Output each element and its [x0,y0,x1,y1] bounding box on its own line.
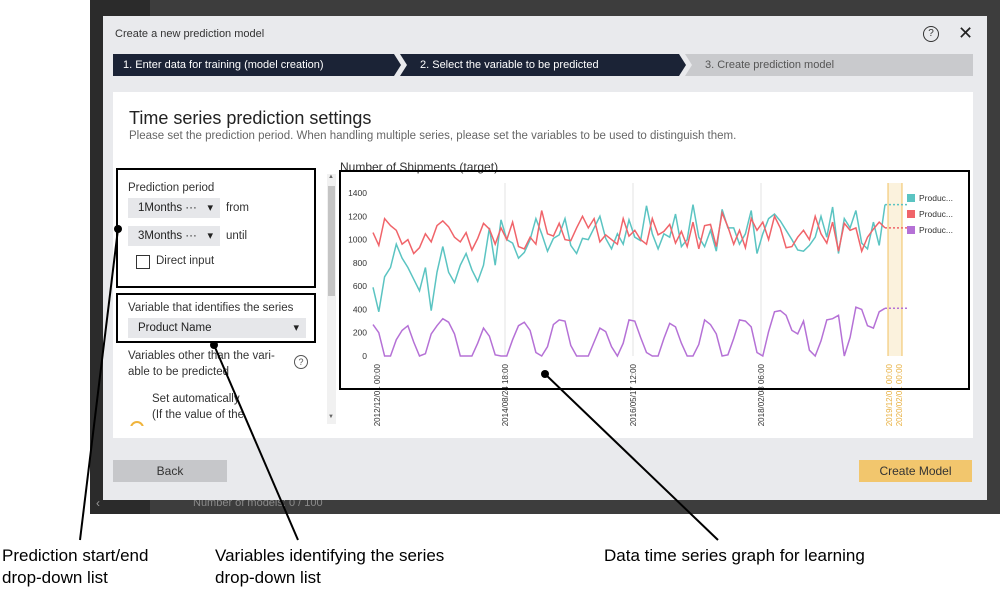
annotation-period-line-2: drop-down list [2,568,108,587]
annotation-series-line-2: drop-down list [215,568,321,587]
annotation-series-text: Variables identifying the series drop-do… [215,545,444,589]
annotation-period-text: Prediction start/end drop-down list [2,545,148,589]
leader-line-series [213,344,299,541]
annotation-leader-lines [79,225,719,541]
annotation-chart-line-1: Data time series graph for learning [604,546,865,565]
leader-dot-series [210,341,218,349]
annotation-chart-text: Data time series graph for learning [604,545,865,567]
leader-dot-chart [541,370,549,378]
leader-line-period [79,228,119,541]
annotation-period-line-1: Prediction start/end [2,546,149,565]
leader-dot-period [114,225,122,233]
leader-line-chart [544,373,719,541]
annotation-series-line-1: Variables identifying the series [215,546,445,565]
